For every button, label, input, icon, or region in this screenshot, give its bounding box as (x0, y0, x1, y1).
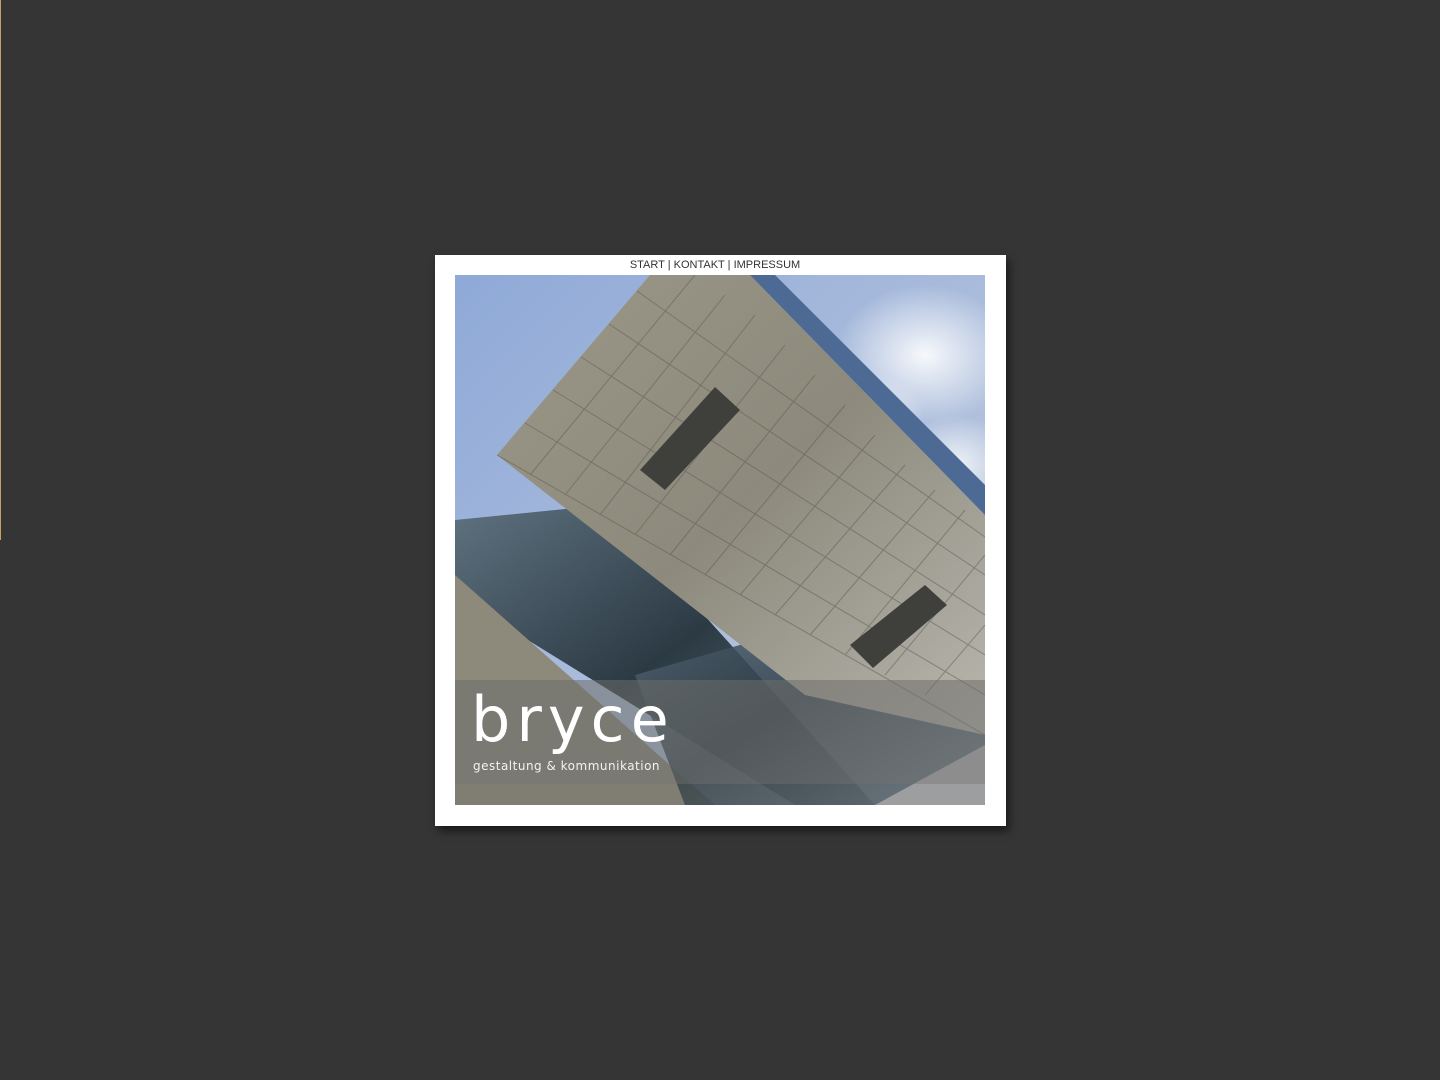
brand-tagline: gestaltung & kommunikation (473, 759, 661, 773)
nav-separator: | (667, 259, 671, 271)
logo-band-lower (455, 784, 985, 805)
top-nav: START | KONTAKT | IMPRESSUM (435, 258, 995, 272)
nav-link-kontakt[interactable]: KONTAKT (674, 259, 725, 271)
content-frame: START | KONTAKT | IMPRESSUM bryce gestal… (435, 255, 1006, 826)
nav-link-start[interactable]: START (630, 259, 665, 271)
accent-edge-line (0, 0, 1, 540)
nav-link-impressum[interactable]: IMPRESSUM (734, 259, 801, 271)
nav-separator: | (727, 259, 731, 271)
brand-logo-name: bryce (471, 683, 675, 756)
hero-image: bryce gestaltung & kommunikation (455, 275, 985, 805)
